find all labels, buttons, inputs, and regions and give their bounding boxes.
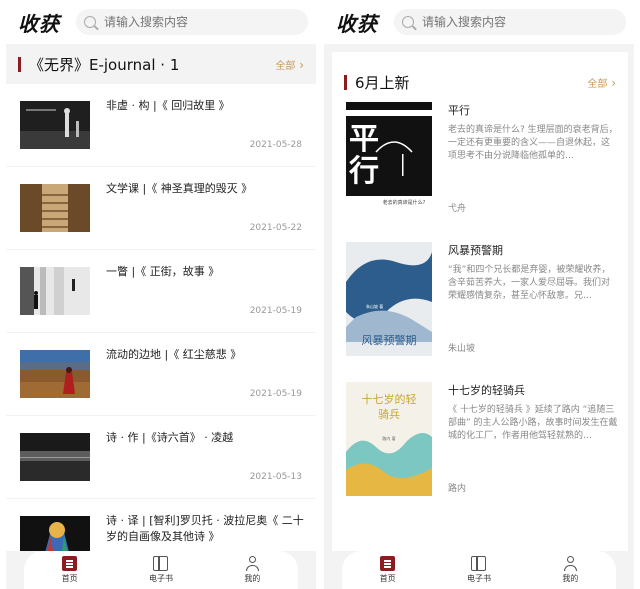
app-logo[interactable]: 收获 (18, 8, 76, 37)
content-area: 《无界》E-journal · 1 全部 非虚 · 构 |《 回归故里 》 20… (6, 44, 316, 551)
article-date: 2021-05-22 (249, 223, 302, 233)
home-screen-left: 收获 《无界》E-journal · 1 全部 非虚 · 构 |《 回归故里 》… (6, 0, 316, 589)
search-box[interactable] (394, 9, 626, 35)
bottom-tab-bar: 首页 电子书 我的 (342, 551, 616, 589)
book-author: 朱山坡 (448, 344, 476, 354)
ebook-icon (153, 556, 169, 571)
section-title: 《无界》E-journal · 1 (29, 55, 180, 74)
article-thumbnail (20, 350, 90, 398)
cover-big-text: 十七岁的轻骑兵 (361, 393, 417, 421)
book-title: 平行 (448, 104, 470, 117)
book-title: 十七岁的轻骑兵 (448, 384, 525, 397)
article-date: 2021-05-19 (249, 389, 302, 399)
book-item[interactable]: 路内 著 十七岁的轻骑兵 十七岁的轻骑兵 《 十七岁的轻骑兵 》延续了路内 “追… (332, 382, 628, 522)
book-info: 十七岁的轻骑兵 《 十七岁的轻骑兵 》延续了路内 “追随三部曲” 的主人公路小路… (448, 382, 618, 496)
section-title: 6月上新 (355, 73, 410, 92)
article-item[interactable]: 诗 · 译 | [智利]罗贝托 · 波拉尼奥《 二十岁的自画像及其他诗 》 20… (6, 499, 316, 551)
search-input[interactable] (104, 15, 254, 29)
book-description: 《 十七岁的轻骑兵 》延续了路内 “追随三部曲” 的主人公路小路，故事时间发生在… (448, 405, 618, 441)
tab-label: 电子书 (148, 574, 173, 583)
tab-label: 电子书 (466, 574, 491, 583)
user-icon (245, 556, 260, 571)
article-date: 2021-05-28 (249, 140, 302, 150)
article-item[interactable]: 文学课 |《 神圣真理的毁灭 》 2021-05-22 (6, 167, 316, 249)
article-item[interactable]: 非虚 · 构 |《 回归故里 》 2021-05-28 (6, 84, 316, 166)
article-item[interactable]: 诗 · 作 |《诗六首》 · 凌越 2021-05-13 (6, 416, 316, 498)
cover-small-text: 路内 著 (382, 435, 395, 441)
book-cover: 朱山坡 著 风暴预警期 (346, 242, 432, 356)
book-description: “我”和四个兄长都是弃婴，被荣耀收养，含辛茹苦养大，一家人爱尽屈辱。我们对荣耀感… (448, 265, 611, 301)
article-title: 流动的边地 |《 红尘慈悲 》 (106, 348, 242, 361)
tab-profile[interactable]: 我的 (525, 556, 616, 584)
article-title: 一瞥 |《 正街，故事 》 (106, 265, 220, 278)
home-icon (62, 556, 78, 571)
section-marker (344, 74, 347, 90)
book-cover: 老去的真谛是什么? 平行 (346, 102, 432, 216)
user-icon (563, 556, 578, 571)
tab-ebook[interactable]: 电子书 (433, 556, 524, 584)
article-title: 诗 · 作 |《诗六首》 · 凌越 (106, 431, 234, 444)
book-title: 风暴预警期 (448, 244, 503, 257)
section-header: 6月上新 全部 (332, 52, 628, 102)
top-bar: 收获 (6, 0, 316, 44)
cover-small-text: 老去的真谛是什么? (383, 199, 426, 206)
cover-big-text: 风暴预警期 (361, 334, 417, 347)
search-input[interactable] (422, 15, 572, 29)
cover-small-text: 朱山坡 著 (366, 303, 383, 309)
view-all-link[interactable]: 全部 (275, 57, 304, 72)
book-info: 平行 老去的真谛是什么? 生理层面的衰老背后，一定还有更重要的含义——自退休起，… (448, 102, 618, 216)
ebook-icon (471, 556, 487, 571)
bottom-tab-bar: 首页 电子书 我的 (24, 551, 298, 589)
view-all-link[interactable]: 全部 (587, 75, 616, 90)
article-date: 2021-05-19 (249, 306, 302, 316)
home-screen-right: 收获 6月上新 全部 老去的真谛是什么? (324, 0, 634, 589)
article-title: 诗 · 译 | [智利]罗贝托 · 波拉尼奥《 二十岁的自画像及其他诗 》 (106, 514, 304, 543)
tab-home[interactable]: 首页 (24, 556, 115, 584)
top-bar: 收获 (324, 0, 634, 44)
search-icon (84, 16, 96, 28)
content-area: 6月上新 全部 老去的真谛是什么? 平行 平行 老去的真谛是什么? (324, 44, 634, 551)
book-cover: 路内 著 十七岁的轻骑兵 (346, 382, 432, 496)
home-icon (380, 556, 396, 571)
cover-big-text: 平行 (349, 122, 379, 189)
tab-ebook[interactable]: 电子书 (115, 556, 206, 584)
book-info: 风暴预警期 “我”和四个兄长都是弃婴，被荣耀收养，含辛茹苦养大，一家人爱尽屈辱。… (448, 242, 618, 356)
tab-label: 首页 (61, 574, 78, 583)
article-thumbnail (20, 516, 90, 551)
tab-label: 首页 (379, 574, 396, 583)
search-box[interactable] (76, 9, 308, 35)
section-marker (18, 56, 21, 72)
app-logo[interactable]: 收获 (336, 8, 394, 37)
article-item[interactable]: 流动的边地 |《 红尘慈悲 》 2021-05-19 (6, 333, 316, 415)
new-books-card: 6月上新 全部 老去的真谛是什么? 平行 平行 老去的真谛是什么? (332, 52, 628, 551)
book-item[interactable]: 朱山坡 著 风暴预警期 风暴预警期 “我”和四个兄长都是弃婴，被荣耀收养，含辛茹… (332, 242, 628, 382)
tab-label: 我的 (562, 574, 579, 583)
article-thumbnail (20, 184, 90, 232)
section-header: 《无界》E-journal · 1 全部 (6, 44, 316, 84)
article-date: 2021-05-13 (249, 472, 302, 482)
book-item[interactable]: 老去的真谛是什么? 平行 平行 老去的真谛是什么? 生理层面的衰老背后，一定还有… (332, 102, 628, 242)
search-icon (402, 16, 414, 28)
article-item[interactable]: 一瞥 |《 正街，故事 》 2021-05-19 (6, 250, 316, 332)
book-description: 老去的真谛是什么? 生理层面的衰老背后，一定还有更重要的含义——自退休起，这项思… (448, 125, 618, 161)
article-title: 文学课 |《 神圣真理的毁灭 》 (106, 182, 253, 195)
tab-home[interactable]: 首页 (342, 556, 433, 584)
tab-label: 我的 (244, 574, 261, 583)
article-thumbnail (20, 433, 90, 481)
book-author: 路内 (448, 484, 467, 494)
tab-profile[interactable]: 我的 (207, 556, 298, 584)
article-title: 非虚 · 构 |《 回归故里 》 (106, 99, 230, 112)
article-thumbnail (20, 101, 90, 149)
article-thumbnail (20, 267, 90, 315)
book-author: 弋舟 (448, 204, 467, 214)
